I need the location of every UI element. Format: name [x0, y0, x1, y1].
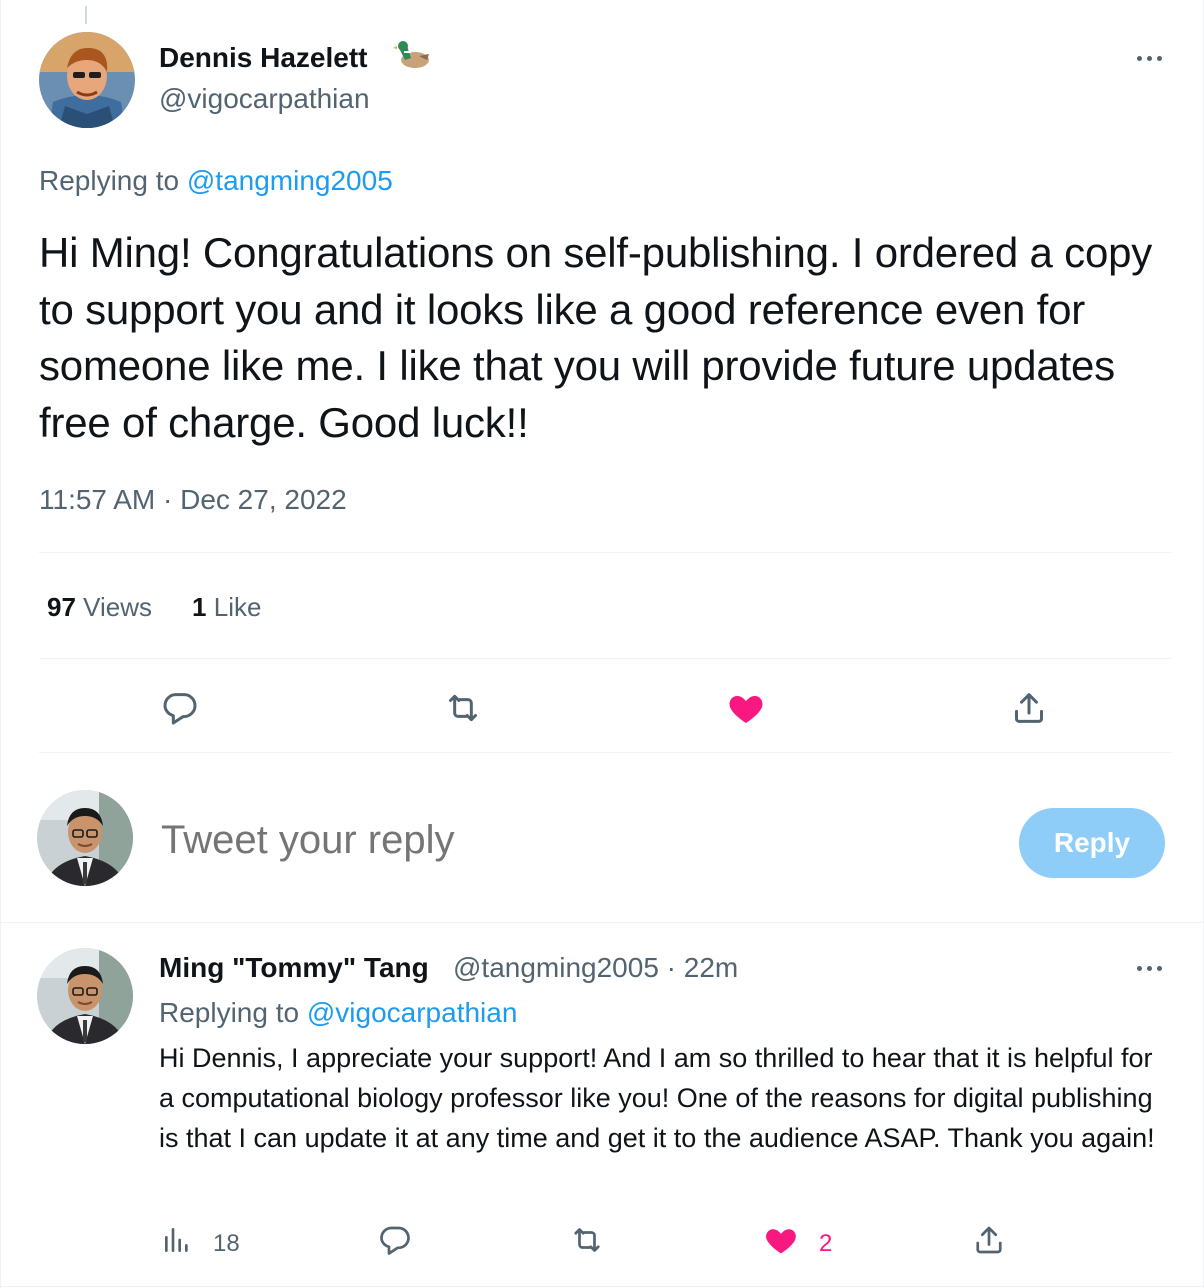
replying-to-link[interactable]: @vigocarpathian: [307, 997, 518, 1028]
author-avatar[interactable]: [39, 32, 135, 128]
share-icon[interactable]: [1007, 686, 1051, 730]
likes-count: 1: [192, 592, 207, 622]
tweet-text: Hi Ming! Congratulations on self-publish…: [39, 229, 1153, 446]
reply-button[interactable]: Reply: [1019, 808, 1165, 878]
views-count: 18: [213, 1229, 240, 1257]
views-stat[interactable]: 97 Views: [47, 592, 152, 623]
reply-tweet-text: Hi Dennis, I appreciate your support! An…: [159, 1043, 1155, 1153]
author-handle[interactable]: @vigocarpathian: [159, 83, 370, 115]
tweet-thread: Dennis Hazelett @vigocarpathian Replying…: [0, 0, 1204, 1288]
views-label: Views: [83, 592, 153, 622]
likes-stat[interactable]: 1 Like: [192, 592, 261, 623]
tweet-stats: 97 Views 1 Like: [47, 592, 261, 623]
replying-to-line: Replying to @tangming2005: [39, 165, 393, 197]
replying-prefix: Replying to: [159, 997, 300, 1028]
likes-label: Like: [213, 592, 262, 622]
divider: [39, 658, 1171, 659]
reply-author-avatar[interactable]: [37, 948, 133, 1044]
divider: [39, 552, 1171, 553]
views-icon: [161, 1222, 193, 1265]
reply-icon[interactable]: [377, 1222, 413, 1258]
duck-emoji-icon: [393, 40, 431, 75]
bottom-divider: [1, 1286, 1204, 1287]
replying-prefix: Replying to: [39, 165, 180, 196]
retweet-icon[interactable]: [567, 1222, 607, 1258]
likes-count: 2: [819, 1229, 833, 1257]
reply-author-name[interactable]: Ming "Tommy" Tang: [159, 952, 429, 984]
thread-connector-line: [85, 6, 87, 24]
views-count: 97: [47, 592, 76, 622]
tweet-timestamp[interactable]: 11:57 AM · Dec 27, 2022: [39, 484, 347, 516]
section-divider: [1, 922, 1204, 923]
share-icon[interactable]: [971, 1222, 1007, 1258]
like-button[interactable]: 2: [763, 1222, 832, 1265]
more-icon[interactable]: [1137, 966, 1162, 971]
author-name[interactable]: Dennis Hazelett: [159, 42, 368, 74]
reply-input[interactable]: [161, 818, 961, 863]
retweet-icon[interactable]: [439, 686, 487, 730]
views-button[interactable]: 18: [161, 1222, 240, 1265]
like-icon[interactable]: [723, 686, 769, 730]
more-icon[interactable]: [1137, 56, 1162, 61]
replying-to-link[interactable]: @tangming2005: [187, 165, 393, 196]
reply-icon[interactable]: [157, 686, 203, 730]
reply-author-handle[interactable]: @tangming2005 · 22m: [453, 952, 738, 984]
divider: [39, 752, 1171, 753]
like-icon: [763, 1222, 799, 1265]
reply-replying-to-line: Replying to @vigocarpathian: [159, 997, 517, 1029]
user-avatar[interactable]: [37, 790, 133, 886]
